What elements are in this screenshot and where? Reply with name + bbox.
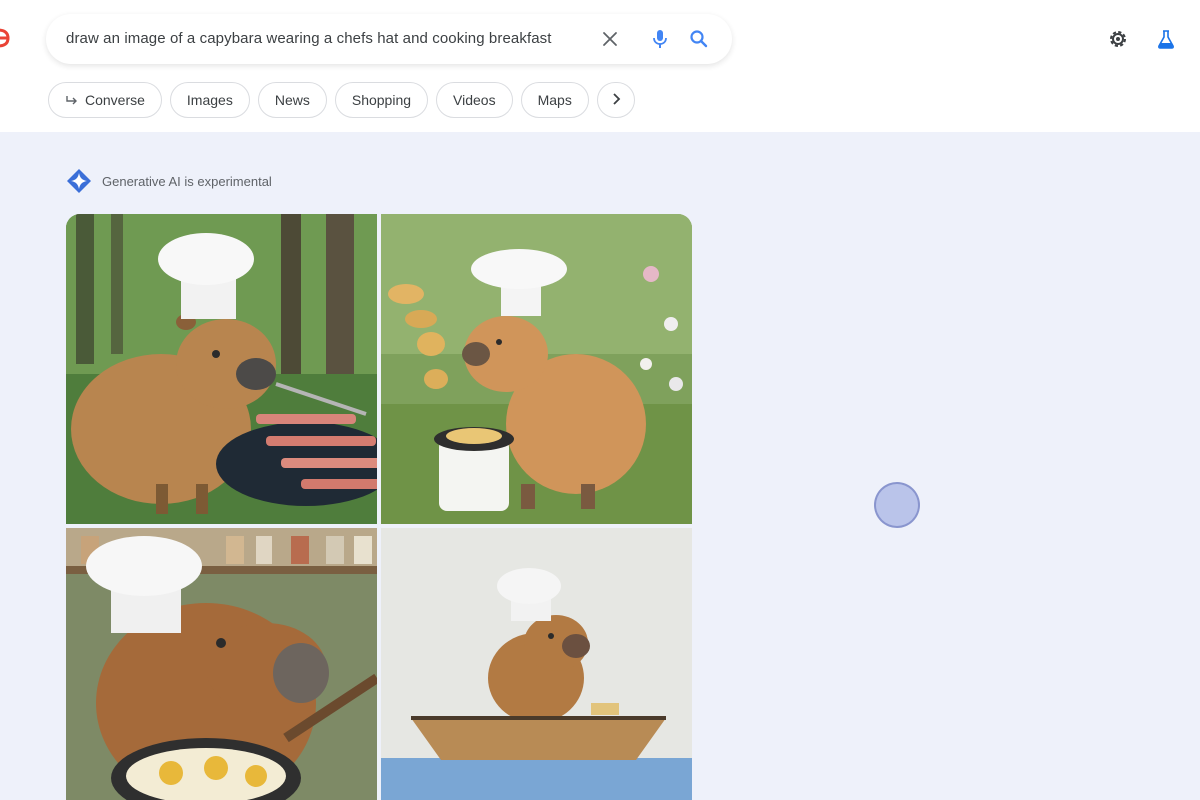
- flask-icon[interactable]: [1152, 25, 1180, 53]
- sparkle-icon: [66, 168, 92, 194]
- more-tabs-button[interactable]: [596, 82, 635, 118]
- tab-label: Shopping: [351, 92, 412, 108]
- close-icon[interactable]: [598, 27, 622, 51]
- chevron-right-icon: [610, 92, 622, 109]
- tab-label: Videos: [453, 92, 496, 108]
- tab-shopping[interactable]: Shopping: [334, 82, 429, 118]
- generated-image-3[interactable]: [66, 528, 377, 800]
- search-box[interactable]: draw an image of a capybara wearing a ch…: [46, 14, 732, 64]
- cursor-indicator: [874, 482, 920, 528]
- generated-images-grid: [66, 214, 692, 800]
- generated-image-1[interactable]: [66, 214, 377, 524]
- tab-label: Images: [186, 92, 233, 108]
- generative-ai-label: Generative AI is experimental: [66, 168, 272, 194]
- tab-label: News: [274, 92, 310, 108]
- search-input[interactable]: draw an image of a capybara wearing a ch…: [66, 30, 552, 47]
- tab-news[interactable]: News: [257, 82, 327, 118]
- search-icon[interactable]: [687, 27, 711, 51]
- generated-image-4[interactable]: [381, 528, 692, 800]
- tab-converse[interactable]: Converse: [48, 82, 162, 118]
- tab-videos[interactable]: Videos: [436, 82, 513, 118]
- tab-label: Converse: [85, 92, 145, 108]
- tab-label: Maps: [537, 92, 572, 108]
- tab-maps[interactable]: Maps: [520, 82, 589, 118]
- ai-experimental-text: Generative AI is experimental: [102, 173, 272, 189]
- tab-images[interactable]: Images: [169, 82, 250, 118]
- header: draw an image of a capybara wearing a ch…: [0, 0, 1200, 132]
- search-tabs: Converse Images News Shopping Videos Map…: [48, 82, 635, 118]
- google-logo[interactable]: [0, 24, 10, 52]
- mic-icon[interactable]: [648, 27, 672, 51]
- arrow-icon: [65, 93, 79, 107]
- generated-image-2[interactable]: [381, 214, 692, 524]
- gear-icon[interactable]: [1104, 25, 1132, 53]
